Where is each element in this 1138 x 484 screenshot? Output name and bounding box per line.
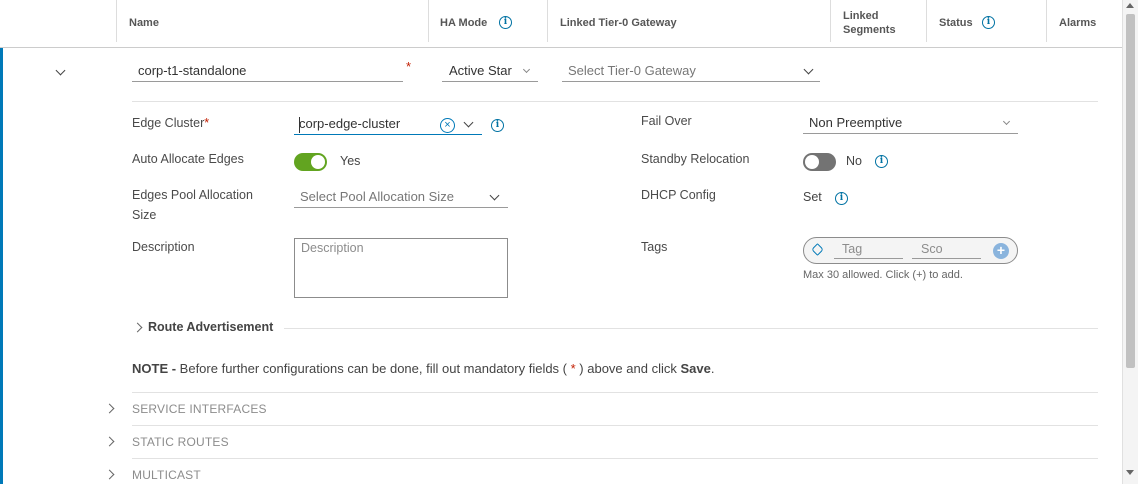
column-divider — [926, 0, 927, 42]
tag-icon — [811, 243, 824, 256]
divider — [132, 458, 1098, 459]
add-tag-icon[interactable]: + — [993, 243, 1009, 259]
standby-info-icon[interactable]: i — [875, 155, 888, 168]
auto-allocate-toggle[interactable] — [294, 153, 327, 171]
divider — [132, 101, 1098, 102]
column-divider — [830, 0, 831, 42]
description-label: Description — [132, 240, 195, 254]
ha-mode-info-icon[interactable]: i — [499, 16, 512, 29]
row-accent-bar — [0, 48, 3, 484]
ha-mode-select[interactable]: Active Star — [442, 61, 538, 82]
scrollbar-thumb[interactable] — [1126, 14, 1135, 368]
auto-allocate-value: Yes — [340, 154, 361, 168]
mandatory-note: NOTE - Before further configurations can… — [132, 361, 715, 376]
toggle-knob — [311, 155, 325, 169]
scope-input[interactable]: Sco — [912, 240, 981, 259]
tier0-gateway-select[interactable]: Select Tier-0 Gateway — [562, 61, 820, 82]
scroll-up-arrow-icon[interactable] — [1126, 3, 1134, 8]
toggle-knob — [805, 155, 819, 169]
static-routes-chevron-icon[interactable] — [104, 436, 115, 447]
auto-allocate-label: Auto Allocate Edges — [132, 152, 244, 166]
divider — [284, 328, 1098, 329]
ha-mode-value: Active Star — [449, 63, 512, 78]
scroll-down-arrow-icon[interactable] — [1126, 470, 1134, 475]
standby-relocation-label: Standby Relocation — [641, 152, 750, 166]
tags-input-group: Tag Sco + — [803, 237, 1018, 264]
tags-label: Tags — [641, 240, 668, 254]
dhcp-info-icon[interactable]: i — [835, 192, 848, 205]
column-divider — [428, 0, 429, 42]
description-textarea[interactable]: Description — [294, 238, 508, 298]
route-advertisement-chevron-icon[interactable] — [132, 322, 143, 333]
pool-allocation-label-line2: Size — [132, 208, 157, 222]
tags-hint: Max 30 allowed. Click (+) to add. — [803, 269, 963, 281]
text-cursor — [299, 117, 300, 133]
column-alarms[interactable]: Alarms — [1059, 16, 1096, 30]
service-interfaces-chevron-icon[interactable] — [104, 403, 115, 414]
column-divider — [1046, 0, 1047, 42]
column-linked-tier0[interactable]: Linked Tier-0 Gateway — [560, 16, 677, 30]
dhcp-config-value[interactable]: Set — [803, 187, 822, 207]
edge-cluster-value: corp-edge-cluster — [299, 116, 401, 131]
fail-over-select[interactable]: Non Preemptive — [803, 113, 1018, 134]
column-linked-segments-line1[interactable]: Linked — [843, 9, 878, 23]
tag-input[interactable]: Tag — [834, 240, 903, 259]
pool-allocation-select[interactable]: Select Pool Allocation Size — [294, 187, 508, 208]
dhcp-config-label: DHCP Config — [641, 188, 716, 202]
column-linked-segments-line2[interactable]: Segments — [843, 23, 896, 37]
column-ha-mode[interactable]: HA Mode — [440, 16, 487, 30]
grid-header: Name HA Mode i Linked Tier-0 Gateway Lin… — [0, 0, 1122, 48]
edge-cluster-label: Edge Cluster* — [132, 116, 210, 130]
edge-cluster-info-icon[interactable]: i — [491, 119, 504, 132]
fail-over-value: Non Preemptive — [809, 115, 903, 130]
name-input[interactable]: corp-t1-standalone — [132, 61, 403, 82]
required-asterisk: * — [406, 59, 412, 74]
divider — [132, 425, 1098, 426]
pool-allocation-label-line1: Edges Pool Allocation — [132, 188, 253, 202]
standby-relocation-value: No — [846, 154, 862, 168]
divider — [132, 392, 1098, 393]
column-divider — [116, 0, 117, 42]
collapse-row-chevron-icon[interactable] — [55, 65, 66, 76]
column-name[interactable]: Name — [129, 16, 159, 30]
column-divider — [547, 0, 548, 42]
clear-icon[interactable]: × — [440, 118, 455, 133]
multicast-chevron-icon[interactable] — [104, 469, 115, 480]
section-static-routes[interactable]: STATIC ROUTES — [132, 435, 229, 449]
fail-over-label: Fail Over — [641, 114, 692, 128]
standby-relocation-toggle[interactable] — [803, 153, 836, 171]
section-service-interfaces[interactable]: SERVICE INTERFACES — [132, 402, 267, 416]
route-advertisement-toggle[interactable]: Route Advertisement — [148, 320, 273, 334]
section-multicast[interactable]: MULTICAST — [132, 468, 201, 482]
column-status[interactable]: Status — [939, 16, 973, 30]
status-info-icon[interactable]: i — [982, 16, 995, 29]
